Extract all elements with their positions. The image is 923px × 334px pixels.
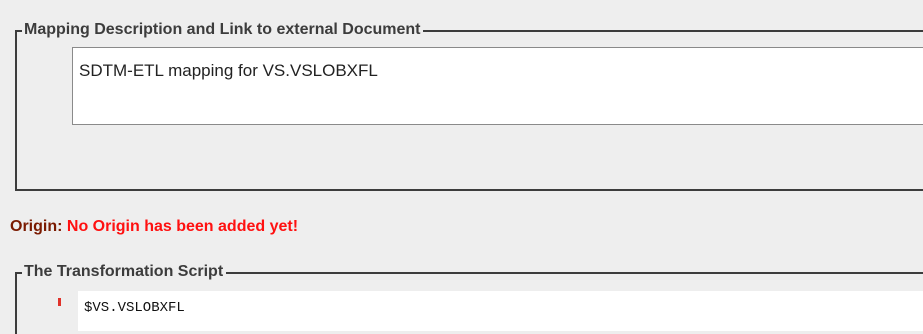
line-marker-icon — [58, 298, 61, 306]
script-line: $VS.VSLOBXFL — [84, 300, 185, 316]
transformation-script-editor[interactable]: $VS.VSLOBXFL — [78, 291, 923, 331]
origin-value: No Origin has been added yet! — [66, 218, 299, 235]
mapping-description-title: Mapping Description and Link to external… — [22, 20, 424, 40]
transformation-script-title: The Transformation Script — [22, 262, 227, 282]
origin-line: Origin: No Origin has been added yet! — [10, 217, 298, 237]
origin-label: Origin: — [10, 218, 63, 235]
mapping-description-field[interactable]: SDTM-ETL mapping for VS.VSLOBXFL — [72, 47, 923, 125]
